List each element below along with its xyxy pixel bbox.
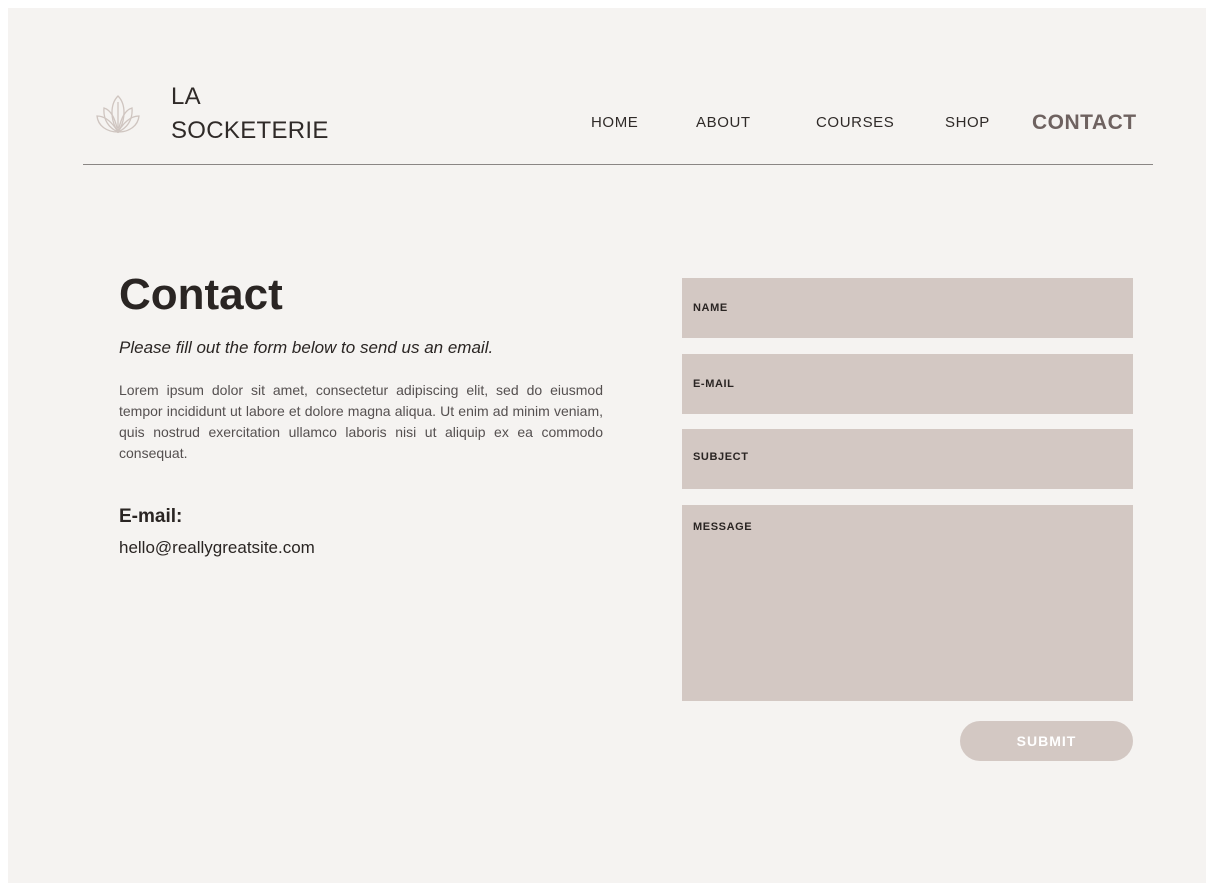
main-nav: HOME ABOUT COURSES SHOP CONTACT bbox=[83, 108, 1153, 138]
name-field-label: NAME bbox=[693, 302, 728, 314]
subject-field-label: SUBJECT bbox=[693, 451, 749, 463]
message-field[interactable]: MESSAGE bbox=[682, 505, 1133, 701]
email-heading: E-mail: bbox=[119, 506, 183, 527]
email-address-link[interactable]: hello@reallygreatsite.com bbox=[119, 538, 315, 558]
page-subtitle: Please fill out the form below to send u… bbox=[119, 338, 494, 357]
message-field-label: MESSAGE bbox=[693, 521, 753, 533]
intro-paragraph: Lorem ipsum dolor sit amet, consectetur … bbox=[119, 382, 603, 461]
nav-shop[interactable]: SHOP bbox=[945, 108, 990, 138]
site-header: LA SOCKETERIE HOME ABOUT COURSES SHOP CO… bbox=[83, 78, 1153, 165]
nav-home[interactable]: HOME bbox=[591, 108, 638, 138]
submit-button[interactable]: SUBMIT bbox=[960, 721, 1133, 761]
page: LA SOCKETERIE HOME ABOUT COURSES SHOP CO… bbox=[8, 8, 1206, 883]
nav-courses[interactable]: COURSES bbox=[816, 108, 894, 138]
nav-contact[interactable]: CONTACT bbox=[1032, 108, 1137, 138]
name-field[interactable]: NAME bbox=[682, 278, 1133, 338]
nav-about[interactable]: ABOUT bbox=[696, 108, 751, 138]
subject-field[interactable]: SUBJECT bbox=[682, 429, 1133, 489]
email-field[interactable]: E-MAIL bbox=[682, 354, 1133, 414]
email-field-label: E-MAIL bbox=[693, 378, 735, 390]
page-title: Contact bbox=[119, 270, 283, 319]
